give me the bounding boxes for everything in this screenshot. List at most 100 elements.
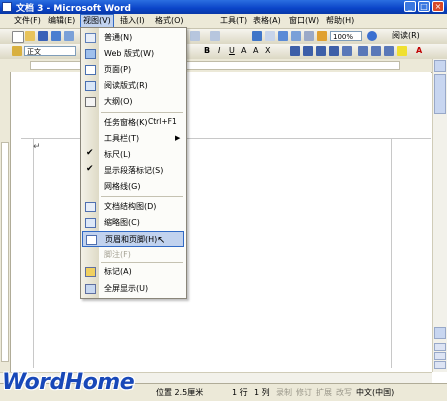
- view-normal[interactable]: 普通(N): [82, 30, 184, 46]
- tables-borders-icon[interactable]: [265, 31, 275, 41]
- menu-view[interactable]: 视图(V): [80, 14, 114, 28]
- view-thumbnails[interactable]: 缩略图(C): [82, 215, 184, 231]
- bullets-icon[interactable]: [371, 46, 381, 56]
- font-color-button[interactable]: A: [416, 45, 422, 57]
- web-layout-icon: [85, 49, 96, 59]
- permission-icon[interactable]: [51, 31, 61, 41]
- view-task-pane[interactable]: 任务窗格(K) Ctrl+F1: [82, 115, 184, 131]
- justify-icon[interactable]: [329, 46, 339, 56]
- style-combo[interactable]: 正文: [24, 46, 76, 56]
- line-spacing-icon[interactable]: [342, 46, 352, 56]
- view-outline[interactable]: 大纲(O): [82, 94, 184, 110]
- header-footer-icon: [86, 235, 97, 245]
- title-bar: 文档 3 - Microsoft Word _ □ ×: [0, 0, 447, 14]
- save-icon[interactable]: [38, 31, 48, 41]
- styles-icon[interactable]: [12, 46, 22, 56]
- formatting-toolbar: 正文 B I U A A X A: [0, 44, 447, 60]
- outline-icon: [85, 97, 96, 107]
- underline-button[interactable]: U: [229, 45, 235, 57]
- view-full-screen[interactable]: 全屏显示(U): [82, 281, 184, 297]
- numbering-icon[interactable]: [358, 46, 368, 56]
- view-reading-layout[interactable]: 阅读版式(R): [82, 78, 184, 94]
- document-map-icon: [85, 202, 96, 212]
- print-layout-icon: [85, 65, 96, 75]
- menu-window[interactable]: 窗口(W): [287, 15, 321, 27]
- menu-table[interactable]: 表格(A): [251, 15, 283, 27]
- status-column: 1 列: [254, 388, 270, 397]
- browse-object-button[interactable]: [434, 352, 446, 360]
- view-footnotes[interactable]: 脚注(F): [82, 247, 184, 263]
- open-icon[interactable]: [25, 31, 35, 41]
- columns-icon[interactable]: [304, 31, 314, 41]
- menu-file[interactable]: 文件(F): [12, 15, 43, 27]
- view-document-map[interactable]: 文档结构图(D): [82, 199, 184, 215]
- close-button[interactable]: ×: [432, 1, 444, 12]
- watermark-logo: WordHome: [2, 370, 135, 395]
- hyperlink-icon[interactable]: [252, 31, 262, 41]
- menu-insert[interactable]: 插入(I): [118, 15, 147, 27]
- bold-button[interactable]: B: [204, 45, 210, 57]
- word-app-icon[interactable]: [2, 2, 12, 12]
- menu-bar: 文件(F) 编辑(E) 视图(V) 插入(I) 格式(O) 工具(T) 表格(A…: [0, 14, 447, 29]
- right-margin-guide: [391, 138, 392, 368]
- status-ovr[interactable]: 改写: [336, 387, 352, 398]
- char-border-button[interactable]: A: [241, 45, 246, 57]
- checkmark-icon: ✔: [86, 148, 94, 158]
- outdent-icon[interactable]: [384, 46, 394, 56]
- scroll-down-button[interactable]: [434, 327, 446, 339]
- horizontal-ruler[interactable]: [0, 59, 447, 73]
- menu-item-label: 标记(A): [104, 267, 132, 276]
- maximize-button[interactable]: □: [418, 1, 430, 12]
- status-trk[interactable]: 修订: [296, 387, 312, 398]
- left-margin-guide: [33, 138, 34, 368]
- minimize-button[interactable]: _: [404, 1, 416, 12]
- scroll-thumb[interactable]: [434, 74, 446, 114]
- menu-format[interactable]: 格式(O): [153, 15, 186, 27]
- view-show-paragraph-marks[interactable]: ✔ 显示段落标记(S): [82, 163, 184, 179]
- standard-toolbar: 100% 阅读(R): [0, 29, 447, 45]
- insert-table-icon[interactable]: [278, 31, 288, 41]
- insert-excel-icon[interactable]: [291, 31, 301, 41]
- status-rec[interactable]: 录制: [276, 387, 292, 398]
- drawing-icon[interactable]: [317, 31, 327, 41]
- menu-item-label: 全屏显示(U): [104, 284, 149, 293]
- email-icon[interactable]: [64, 31, 74, 41]
- status-position: 位置 2.5厘米: [156, 388, 204, 397]
- full-screen-icon: [85, 284, 96, 294]
- paragraph-mark: ↵: [33, 142, 41, 152]
- menu-edit[interactable]: 编辑(E): [46, 15, 77, 27]
- view-print-layout[interactable]: 页面(P): [82, 62, 184, 78]
- reading-button[interactable]: 阅读(R): [392, 30, 420, 42]
- char-scale-button[interactable]: X: [265, 45, 270, 57]
- vertical-scrollbar[interactable]: [432, 59, 447, 372]
- vertical-ruler[interactable]: [0, 72, 11, 372]
- markup-icon: [85, 267, 96, 277]
- reading-layout-icon: [85, 81, 96, 91]
- zoom-combo[interactable]: 100%: [330, 31, 362, 41]
- menu-tools[interactable]: 工具(T): [218, 15, 249, 27]
- status-ext[interactable]: 扩展: [316, 387, 332, 398]
- view-toolbars[interactable]: 工具栏(T) ▶: [82, 131, 184, 147]
- next-page-button[interactable]: [434, 361, 446, 369]
- italic-button[interactable]: I: [218, 45, 220, 57]
- scroll-up-button[interactable]: [434, 60, 446, 72]
- previous-page-button[interactable]: [434, 343, 446, 351]
- view-header-footer[interactable]: 页眉和页脚(H) ↖: [82, 231, 184, 247]
- align-center-icon[interactable]: [303, 46, 313, 56]
- menu-help[interactable]: 帮助(H): [324, 15, 356, 27]
- align-left-icon[interactable]: [290, 46, 300, 56]
- highlight-icon[interactable]: [397, 46, 407, 56]
- view-web-layout[interactable]: Web 版式(W): [82, 46, 184, 62]
- document-page[interactable]: ↵: [11, 72, 431, 372]
- help-icon[interactable]: [367, 31, 377, 41]
- char-shading-button[interactable]: A: [253, 45, 258, 57]
- redo-icon[interactable]: [210, 31, 220, 41]
- align-right-icon[interactable]: [316, 46, 326, 56]
- new-icon[interactable]: [12, 31, 24, 43]
- undo-icon[interactable]: [190, 31, 200, 41]
- view-ruler[interactable]: ✔ 标尺(L): [82, 147, 184, 163]
- view-gridlines[interactable]: 网格线(G): [82, 179, 184, 195]
- view-markup[interactable]: 标记(A): [82, 264, 184, 280]
- thumbnails-icon: [85, 218, 96, 228]
- submenu-arrow-icon: ▶: [175, 134, 181, 142]
